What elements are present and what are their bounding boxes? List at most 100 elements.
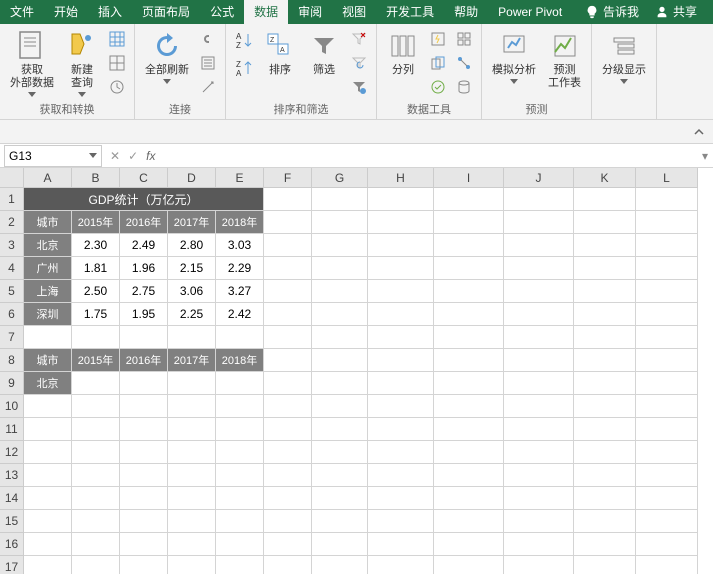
cell[interactable] xyxy=(574,280,636,303)
column-header[interactable]: I xyxy=(434,168,504,188)
row-header[interactable]: 7 xyxy=(0,326,24,349)
cell[interactable]: 3.27 xyxy=(216,280,264,303)
cell[interactable] xyxy=(168,556,216,574)
what-if-button[interactable]: 模拟分析 xyxy=(488,28,540,86)
cell[interactable]: 1.95 xyxy=(120,303,168,326)
data-validation-button[interactable] xyxy=(427,76,449,98)
cell[interactable] xyxy=(368,326,434,349)
cell[interactable] xyxy=(216,464,264,487)
cell[interactable] xyxy=(368,188,434,211)
cell[interactable] xyxy=(636,303,698,326)
cell[interactable] xyxy=(434,257,504,280)
cell[interactable] xyxy=(72,510,120,533)
cell[interactable] xyxy=(24,395,72,418)
cell[interactable]: 2015年 xyxy=(72,349,120,372)
column-header[interactable]: F xyxy=(264,168,312,188)
cell[interactable] xyxy=(120,510,168,533)
cell[interactable] xyxy=(434,395,504,418)
row-header[interactable]: 1 xyxy=(0,188,24,211)
cell[interactable] xyxy=(636,395,698,418)
cell[interactable] xyxy=(504,556,574,574)
cell[interactable] xyxy=(264,257,312,280)
cell[interactable] xyxy=(574,372,636,395)
cell[interactable] xyxy=(264,464,312,487)
enter-formula-button[interactable]: ✓ xyxy=(128,149,138,163)
menubar-tab[interactable]: 数据 xyxy=(244,0,288,24)
cell[interactable] xyxy=(120,464,168,487)
cell[interactable] xyxy=(368,418,434,441)
refresh-all-button[interactable]: 全部刷新 xyxy=(141,28,193,86)
cell[interactable] xyxy=(24,326,72,349)
cancel-formula-button[interactable]: ✕ xyxy=(110,149,120,163)
cell[interactable] xyxy=(264,326,312,349)
outline-button[interactable]: 分级显示 xyxy=(598,28,650,86)
cell[interactable] xyxy=(504,372,574,395)
cell[interactable] xyxy=(264,280,312,303)
column-header[interactable]: B xyxy=(72,168,120,188)
cell[interactable] xyxy=(368,211,434,234)
cell[interactable] xyxy=(434,556,504,574)
menubar-tab[interactable]: 帮助 xyxy=(444,0,488,24)
row-header[interactable]: 3 xyxy=(0,234,24,257)
cell[interactable]: 3.06 xyxy=(168,280,216,303)
cell[interactable] xyxy=(312,280,368,303)
cell[interactable] xyxy=(434,441,504,464)
cell[interactable] xyxy=(312,533,368,556)
cell[interactable] xyxy=(120,441,168,464)
row-header[interactable]: 6 xyxy=(0,303,24,326)
cell[interactable] xyxy=(264,211,312,234)
fx-label[interactable]: fx xyxy=(146,149,161,163)
cell[interactable]: 北京 xyxy=(24,234,72,257)
cell[interactable] xyxy=(264,395,312,418)
cell[interactable] xyxy=(216,418,264,441)
row-header[interactable]: 2 xyxy=(0,211,24,234)
cell[interactable] xyxy=(434,464,504,487)
menubar-tab[interactable]: 开发工具 xyxy=(376,0,444,24)
cell[interactable]: 2.49 xyxy=(120,234,168,257)
row-header[interactable]: 10 xyxy=(0,395,24,418)
get-external-data-button[interactable]: 获取外部数据 xyxy=(6,28,58,99)
cell[interactable] xyxy=(120,556,168,574)
cell[interactable] xyxy=(636,188,698,211)
cell[interactable] xyxy=(434,234,504,257)
cell[interactable] xyxy=(312,349,368,372)
share-button[interactable]: 共享 xyxy=(647,0,705,24)
cell[interactable] xyxy=(368,395,434,418)
cell[interactable] xyxy=(368,257,434,280)
cell[interactable]: 1.96 xyxy=(120,257,168,280)
cell[interactable] xyxy=(120,326,168,349)
cell[interactable]: 2.25 xyxy=(168,303,216,326)
cell[interactable] xyxy=(72,395,120,418)
cell[interactable] xyxy=(120,487,168,510)
cell[interactable] xyxy=(216,372,264,395)
cell[interactable] xyxy=(504,234,574,257)
cell[interactable]: 2.80 xyxy=(168,234,216,257)
menubar-tab[interactable]: Power Pivot xyxy=(488,0,572,24)
cell[interactable]: 深圳 xyxy=(24,303,72,326)
forecast-sheet-button[interactable]: 预测工作表 xyxy=(544,28,585,92)
cell[interactable] xyxy=(120,372,168,395)
cell[interactable] xyxy=(264,418,312,441)
cell[interactable] xyxy=(216,441,264,464)
formula-input[interactable] xyxy=(161,145,697,167)
cell[interactable]: 1.75 xyxy=(72,303,120,326)
cell[interactable] xyxy=(504,464,574,487)
cell[interactable] xyxy=(72,441,120,464)
cell[interactable] xyxy=(312,464,368,487)
cell[interactable] xyxy=(504,487,574,510)
column-header[interactable]: D xyxy=(168,168,216,188)
cell[interactable] xyxy=(264,441,312,464)
properties-button[interactable] xyxy=(197,52,219,74)
cell[interactable] xyxy=(312,395,368,418)
menubar-tab[interactable]: 公式 xyxy=(200,0,244,24)
show-queries-button[interactable] xyxy=(106,28,128,50)
cell[interactable] xyxy=(504,510,574,533)
column-header[interactable]: A xyxy=(24,168,72,188)
cell[interactable] xyxy=(264,188,312,211)
row-header[interactable]: 16 xyxy=(0,533,24,556)
cell[interactable]: 上海 xyxy=(24,280,72,303)
connections-button[interactable] xyxy=(197,28,219,50)
cell[interactable] xyxy=(504,441,574,464)
cell[interactable] xyxy=(264,556,312,574)
cell[interactable] xyxy=(264,533,312,556)
